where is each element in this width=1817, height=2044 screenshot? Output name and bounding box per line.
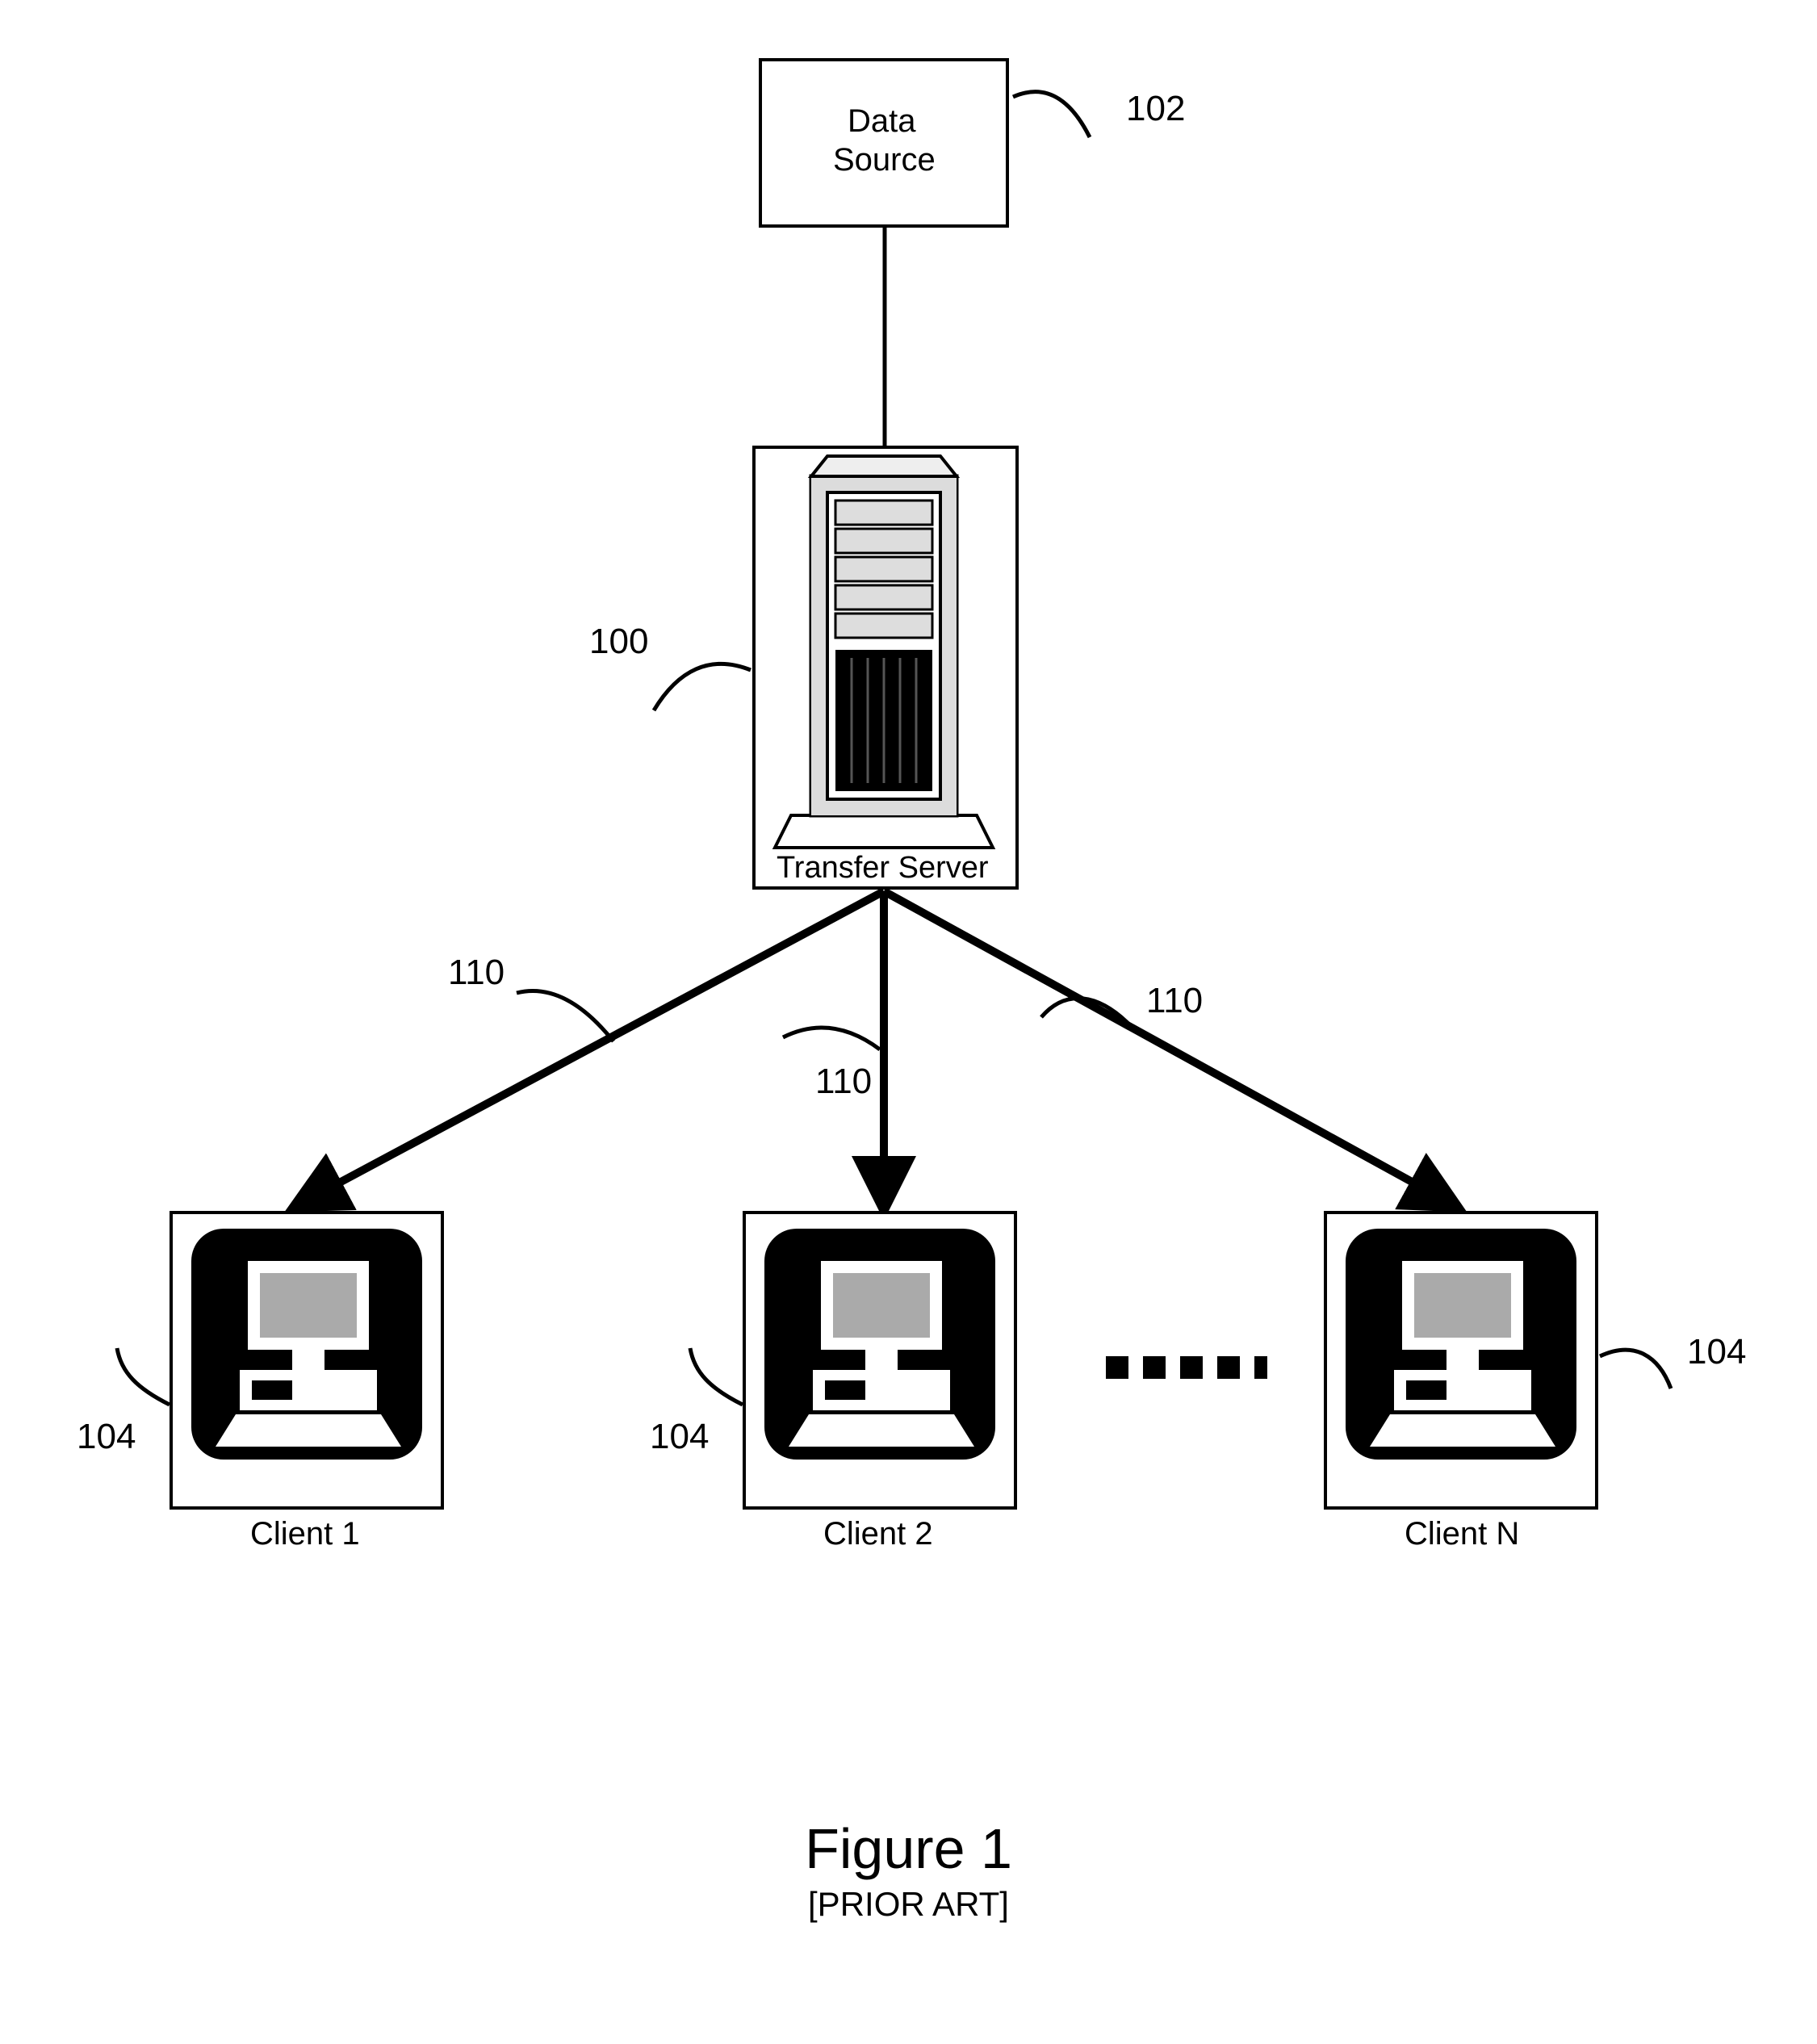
ref-104-clientN: 104: [1687, 1332, 1746, 1372]
ellipsis-dots: [1106, 1356, 1267, 1379]
figure-subtitle: [PRIOR ART]: [0, 1885, 1817, 1924]
figure-title: Figure 1: [0, 1816, 1817, 1881]
leader-104-clientN: [0, 0, 1817, 2044]
